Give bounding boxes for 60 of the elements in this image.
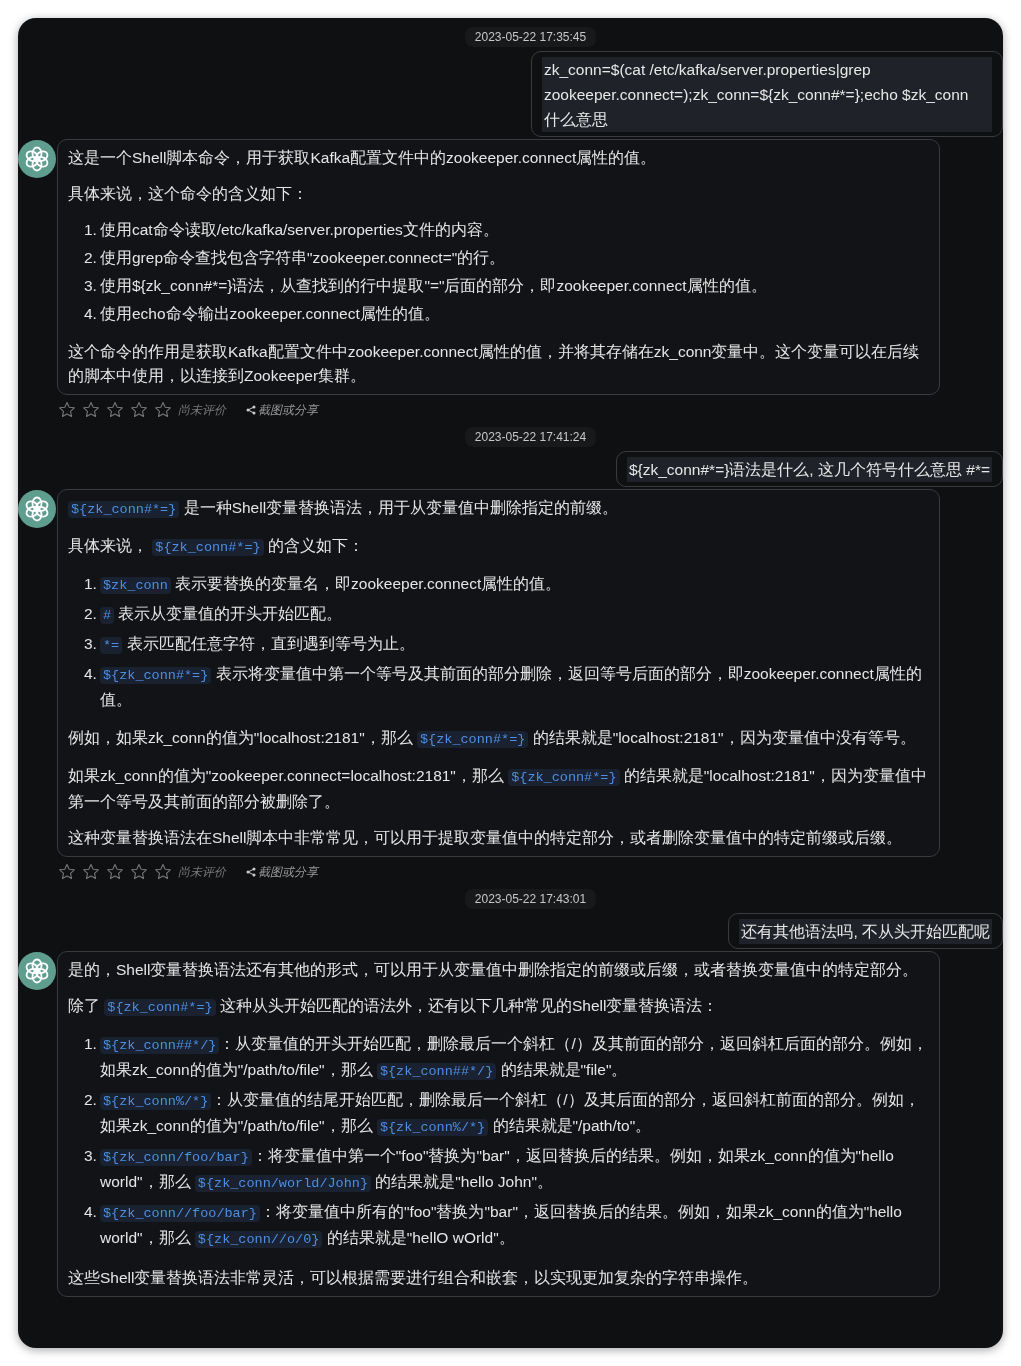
list-item-text: 使用echo命令输出zookeeper.connect属性的值。	[100, 304, 441, 324]
star-icon[interactable]	[154, 863, 172, 881]
star-icon[interactable]	[82, 401, 100, 419]
list-item-text: # 表示从变量值的开头开始匹配。	[100, 602, 929, 628]
answer-paragraph: 这个命令的作用是获取Kafka配置文件中zookeeper.connect属性的值，并将其存储在zk_conn变量中。这个变量可以在后续的脚本中使用，以连接到Zookeeper集群。	[68, 342, 921, 386]
share-button[interactable]: 截图或分享	[246, 401, 318, 419]
list-item-text: $zk_conn 表示要替换的变量名，即zookeeper.connect属性的值。	[100, 572, 929, 598]
list-number: 4.	[84, 664, 98, 684]
answer-paragraph: 除了 ${zk_conn#*=} 这种从头开始匹配的语法外，还有以下几种常见的Shell变量替换语法：	[68, 996, 720, 1018]
answer-paragraph: 如果zk_conn的值为"zookeeper.connect=localhost:2181"，那么 ${zk_conn#*=} 的结果就是"localhost:2181"，因为变量值中第一个等号及其前面的部分被删除了。	[68, 766, 928, 812]
star-icon[interactable]	[130, 863, 148, 881]
user-message: zk_conn=$(cat /etc/kafka/server.properties|grep zookeeper.connect=);zk_conn=${zk_conn#*=};echo $zk_conn 什么意思	[531, 51, 1003, 137]
share-icon	[246, 867, 256, 877]
list-number: 2.	[84, 248, 98, 268]
star-icon[interactable]	[154, 401, 172, 419]
list-number: 1.	[84, 220, 98, 240]
list-number: 1.	[84, 1034, 98, 1054]
answer-paragraph: 例如，如果zk_conn的值为"localhost:2181"，那么 ${zk_conn#*=} 的结果就是"localhost:2181"，因为变量值中没有等号。	[68, 728, 917, 750]
timestamp: 2023-05-22 17:43:01	[464, 889, 597, 909]
list-number: 2.	[84, 1090, 98, 1110]
list-item-text: ${zk_conn%/*} ：从变量值的结尾开始匹配，删除最后一个斜杠（/）及其后面的部分，返回斜杠前面的部分。例如，如果zk_conn的值为"/path/to/file"，那么 ${zk_conn%/*} 的结果就是"/path/to"。	[100, 1090, 921, 1138]
answer-paragraph: 具体来说， ${zk_conn#*=} 的含义如下：	[68, 536, 365, 558]
assistant-avatar-icon	[18, 140, 56, 178]
star-icon[interactable]	[82, 863, 100, 881]
list-number: 4.	[84, 1202, 98, 1222]
list-item-text: 使用cat命令读取/etc/kafka/server.properties文件的内容。	[100, 220, 500, 240]
list-item-text: ${zk_conn/foo/bar} ：将变量值中第一个"foo"替换为"bar"，返回替换后的结果。例如，如果zk_conn的值为"hello world"，那么 ${zk_conn/world/John} 的结果就是"hello John"。	[100, 1146, 895, 1194]
star-icon[interactable]	[106, 863, 124, 881]
star-icon[interactable]	[58, 863, 76, 881]
answer-paragraph: 这些Shell变量替换语法非常灵活，可以根据需要进行组合和嵌套，以实现更加复杂的字符串操作。	[68, 1268, 760, 1288]
list-number: 3.	[84, 1146, 98, 1166]
list-number: 4.	[84, 304, 98, 324]
list-item-text: ${zk_conn##*/} ：从变量值的开头开始匹配，删除最后一个斜杠（/）及其前面的部分，返回斜杠后面的部分。例如，如果zk_conn的值为"/path/to/file"，那么 ${zk_conn##*/} 的结果就是"file"。	[100, 1034, 929, 1082]
list-item-text: 使用${zk_conn#*=}语法，从查找到的行中提取"="后面的部分，即zookeeper.connect属性的值。	[100, 276, 768, 296]
user-message: ${zk_conn#*=}语法是什么, 这几个符号什么意思 #*=	[615, 451, 1003, 487]
rating-status: 尚未评价	[178, 401, 226, 419]
rating-status: 尚未评价	[178, 863, 226, 881]
answer-paragraph: 具体来说，这个命令的含义如下：	[68, 184, 309, 204]
list-item-text: 使用grep命令查找包含字符串"zookeeper.connect="的行。	[100, 248, 507, 268]
answer-paragraph: 这种变量替换语法在Shell脚本中非常常见，可以用于提取变量值中的特定部分，或者删除变量值中的特定前缀或后缀。	[68, 828, 904, 848]
answer-paragraph: 是的，Shell变量替换语法还有其他的形式，可以用于从变量值中删除指定的前缀或后缀，或者替换变量值中的特定部分。	[68, 960, 920, 980]
list-number: 1.	[84, 574, 98, 594]
assistant-avatar-icon	[18, 952, 56, 990]
share-icon	[246, 405, 256, 415]
star-icon[interactable]	[130, 401, 148, 419]
list-item-text: *= 表示匹配任意字符，直到遇到等号为止。	[100, 632, 929, 658]
star-icon[interactable]	[58, 401, 76, 419]
assistant-avatar-icon	[18, 490, 56, 528]
list-item-text: ${zk_conn//foo/bar} ：将变量值中所有的"foo"替换为"bar"，返回替换后的结果。例如，如果zk_conn的值为"hello world"，那么 ${zk_conn//o/0} 的结果就是"hellO wOrld"。	[100, 1202, 903, 1250]
list-number: 3.	[84, 276, 98, 296]
list-number: 3.	[84, 634, 98, 654]
list-number: 2.	[84, 604, 98, 624]
user-message: 还有其他语法吗, 不从头开始匹配呢	[728, 913, 1003, 949]
timestamp: 2023-05-22 17:35:45	[464, 27, 597, 47]
timestamp: 2023-05-22 17:41:24	[464, 427, 597, 447]
star-icon[interactable]	[106, 401, 124, 419]
share-button[interactable]: 截图或分享	[246, 863, 318, 881]
answer-paragraph: 这是一个Shell脚本命令，用于获取Kafka配置文件中的zookeeper.connect属性的值。	[68, 148, 658, 168]
list-item-text: ${zk_conn#*=} 表示将变量值中第一个等号及其前面的部分删除，返回等号后面的部分，即zookeeper.connect属性的值。	[100, 664, 923, 710]
answer-paragraph: ${zk_conn#*=} 是一种Shell变量替换语法，用于从变量值中删除指定的前缀。	[68, 496, 929, 522]
